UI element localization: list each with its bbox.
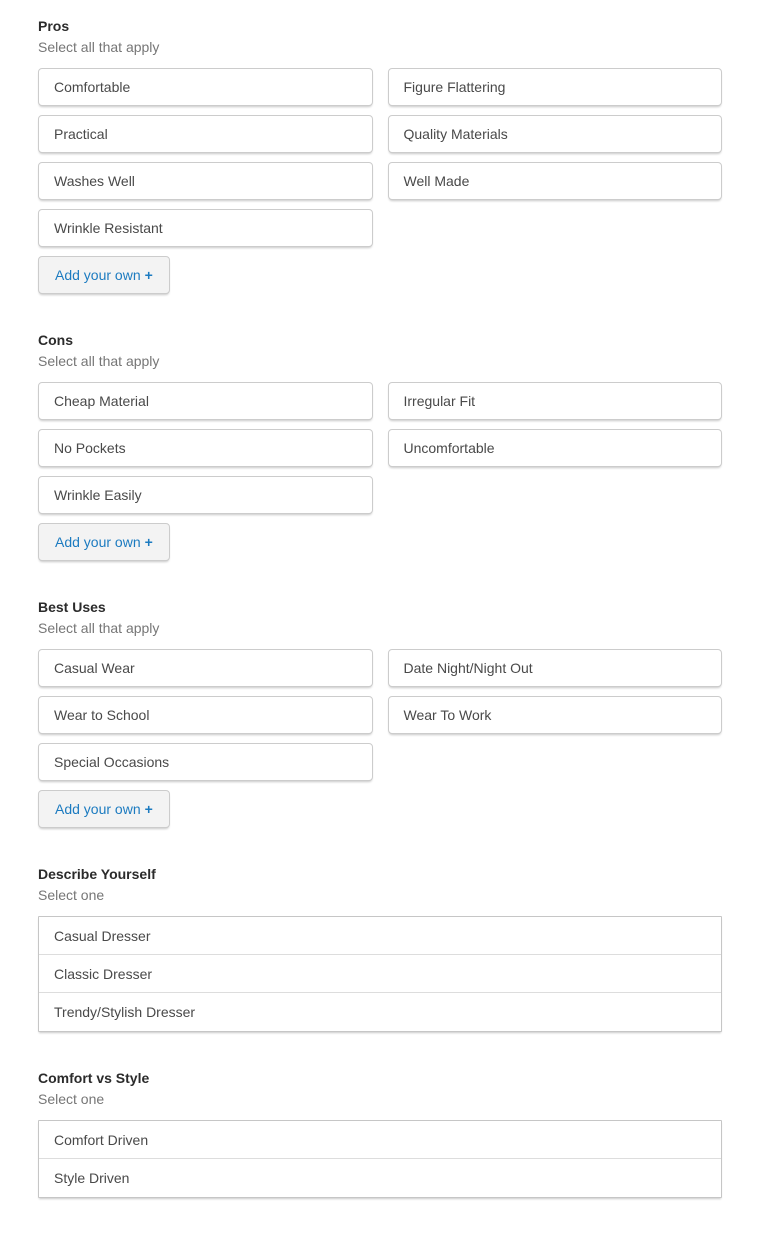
option-comfort-driven[interactable]: Comfort Driven xyxy=(39,1121,721,1159)
add-your-own-label: Add your own xyxy=(55,534,141,550)
add-your-own-label: Add your own xyxy=(55,267,141,283)
option-well-made[interactable]: Well Made xyxy=(388,162,723,200)
plus-icon: + xyxy=(145,267,153,283)
section-subtitle-pros: Select all that apply xyxy=(38,39,722,56)
option-special-occasions[interactable]: Special Occasions xyxy=(38,743,373,781)
section-title-best-uses: Best Uses xyxy=(38,599,722,616)
section-subtitle-comfort-vs-style: Select one xyxy=(38,1091,722,1108)
plus-icon: + xyxy=(145,534,153,550)
option-cheap-material[interactable]: Cheap Material xyxy=(38,382,373,420)
option-casual-dresser[interactable]: Casual Dresser xyxy=(39,917,721,955)
comfort-vs-style-select-list: Comfort Driven Style Driven xyxy=(38,1120,722,1198)
option-wrinkle-resistant[interactable]: Wrinkle Resistant xyxy=(38,209,373,247)
option-wrinkle-easily[interactable]: Wrinkle Easily xyxy=(38,476,373,514)
option-no-pockets[interactable]: No Pockets xyxy=(38,429,373,467)
section-title-pros: Pros xyxy=(38,18,722,35)
add-your-own-label: Add your own xyxy=(55,801,141,817)
option-figure-flattering[interactable]: Figure Flattering xyxy=(388,68,723,106)
section-subtitle-cons: Select all that apply xyxy=(38,353,722,370)
cons-options-grid: Cheap Material Irregular Fit No Pockets … xyxy=(38,382,722,514)
section-title-cons: Cons xyxy=(38,332,722,349)
section-cons: Cons Select all that apply Cheap Materia… xyxy=(38,332,722,561)
section-comfort-vs-style: Comfort vs Style Select one Comfort Driv… xyxy=(38,1070,722,1198)
option-style-driven[interactable]: Style Driven xyxy=(39,1159,721,1197)
option-date-night-night-out[interactable]: Date Night/Night Out xyxy=(388,649,723,687)
add-your-own-button-cons[interactable]: Add your own + xyxy=(38,523,170,561)
option-practical[interactable]: Practical xyxy=(38,115,373,153)
section-pros: Pros Select all that apply Comfortable F… xyxy=(38,18,722,294)
section-subtitle-best-uses: Select all that apply xyxy=(38,620,722,637)
option-classic-dresser[interactable]: Classic Dresser xyxy=(39,955,721,993)
option-casual-wear[interactable]: Casual Wear xyxy=(38,649,373,687)
option-trendy-stylish-dresser[interactable]: Trendy/Stylish Dresser xyxy=(39,993,721,1031)
add-your-own-button-pros[interactable]: Add your own + xyxy=(38,256,170,294)
section-title-describe-yourself: Describe Yourself xyxy=(38,866,722,883)
option-quality-materials[interactable]: Quality Materials xyxy=(388,115,723,153)
option-washes-well[interactable]: Washes Well xyxy=(38,162,373,200)
option-wear-to-school[interactable]: Wear to School xyxy=(38,696,373,734)
option-irregular-fit[interactable]: Irregular Fit xyxy=(388,382,723,420)
section-best-uses: Best Uses Select all that apply Casual W… xyxy=(38,599,722,828)
option-comfortable[interactable]: Comfortable xyxy=(38,68,373,106)
describe-yourself-select-list: Casual Dresser Classic Dresser Trendy/St… xyxy=(38,916,722,1032)
section-describe-yourself: Describe Yourself Select one Casual Dres… xyxy=(38,866,722,1032)
option-wear-to-work[interactable]: Wear To Work xyxy=(388,696,723,734)
section-subtitle-describe-yourself: Select one xyxy=(38,887,722,904)
best-uses-options-grid: Casual Wear Date Night/Night Out Wear to… xyxy=(38,649,722,781)
option-uncomfortable[interactable]: Uncomfortable xyxy=(388,429,723,467)
plus-icon: + xyxy=(145,801,153,817)
pros-options-grid: Comfortable Figure Flattering Practical … xyxy=(38,68,722,247)
section-title-comfort-vs-style: Comfort vs Style xyxy=(38,1070,722,1087)
add-your-own-button-best-uses[interactable]: Add your own + xyxy=(38,790,170,828)
